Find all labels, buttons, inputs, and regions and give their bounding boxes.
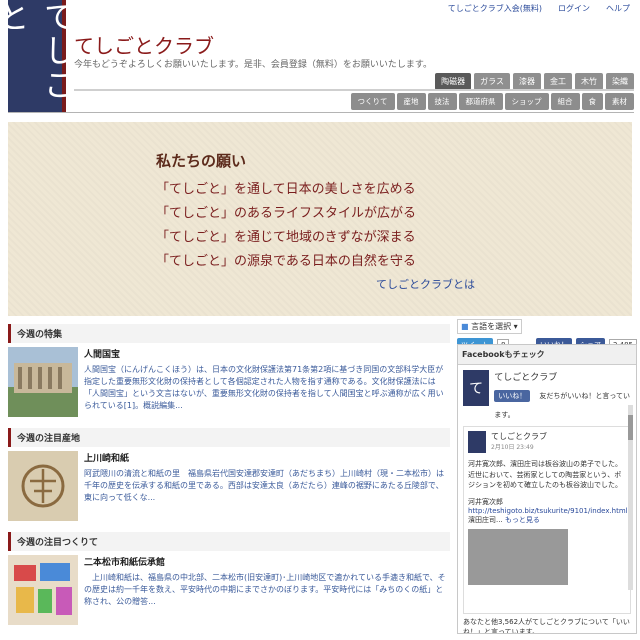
section-heading: 今週の注目つくりて <box>8 532 450 551</box>
list-item[interactable]: 人間国宝 人間国宝（にんげんこくほう）は、日本の文化財保護法第71条第2項に基づ… <box>8 347 450 417</box>
item-excerpt[interactable]: 人間国宝（にんげんこくほう）は、日本の文化財保護法第71条第2項に基づき同国の文… <box>84 364 450 412</box>
language-selector[interactable]: ■ 言語を選択 ▾ <box>457 319 522 334</box>
hero-line: 「てしごと」の源泉である日本の自然を守る <box>156 254 416 269</box>
nav-item-associations[interactable]: 組合 <box>550 93 580 110</box>
post-text: 河井寛次郎、濱田庄司は板谷波山の弟子でした。近世において、芸術家としての陶芸家と… <box>468 460 622 489</box>
facebook-page-card: て てしごとクラブ いいね！ 友だちがいいね！と言っています。 <box>458 365 636 426</box>
item-excerpt[interactable]: 上川崎和紙は、福島県の中北部、二本松市(旧安達町)･上川崎地区で漉かれている手漉… <box>84 572 450 608</box>
featured-section: 今週の特集 人間国宝 人間国宝（にんげんこくほう）は、日本の文化財保護法第71条… <box>8 324 450 417</box>
featured-region-section: 今週の注目産地 上川崎和紙 阿武隈川の清流と和紙の里 福島県岩代国安達郡安達町（… <box>8 428 450 521</box>
item-title[interactable]: 人間国宝 <box>84 347 450 360</box>
top-links: てしごとクラブ入会(無料) ログイン ヘルプ <box>448 3 630 14</box>
facebook-post: てしごとクラブ 2月10日 23:49 河井寛次郎、濱田庄司は板谷波山の弟子でし… <box>463 426 631 614</box>
likes-summary: あなたと他3,562人がてしごとクラブについて「いいね！」と言っています。 <box>463 618 630 634</box>
site-tagline: 今年もどうぞよろしくお願いいたします。是非、会員登録（無料）をお願いいたします。 <box>74 60 433 70</box>
category-tab-wood-bamboo[interactable]: 木竹 <box>575 73 603 90</box>
facebook-widget: Facebookもチェック て てしごとクラブ いいね！ 友だちがいいね！と言っ… <box>457 344 637 634</box>
washi-paper-thumbnail[interactable] <box>8 451 78 521</box>
category-tab-glass[interactable]: ガラス <box>474 73 510 90</box>
item-title[interactable]: 上川崎和紙 <box>84 451 450 464</box>
national-treasure-thumbnail[interactable] <box>8 347 78 417</box>
nav-item-makers[interactable]: つくりて <box>350 93 395 110</box>
category-tab-ceramics[interactable]: 陶磁器 <box>435 73 472 90</box>
facebook-widget-title: Facebookもチェック <box>458 345 636 365</box>
post-date[interactable]: 2月10日 23:49 <box>491 442 547 451</box>
post-photo[interactable] <box>468 529 568 585</box>
category-tab-metal[interactable]: 金工 <box>544 73 572 90</box>
nav-item-shops[interactable]: ショップ <box>504 93 549 110</box>
category-tab-lacquer[interactable]: 漆器 <box>513 73 541 90</box>
post-more-prefix: 濱田庄司... <box>468 516 503 524</box>
page-logo[interactable]: て <box>463 370 490 406</box>
hero-banner: 私たちの願い 「てしごと」を通して日本の美しさを広める 「てしごと」のあるライフ… <box>8 122 632 316</box>
featured-maker-section: 今週の注目つくりて 二本松市和紙伝承館 上川崎和紙は、福島県の中北部、二本松市(… <box>8 532 450 625</box>
hero-line: 「てしごと」のあるライフスタイルが広がる <box>156 206 417 221</box>
category-tab-textile[interactable]: 染織 <box>606 73 634 90</box>
nav-item-prefectures[interactable]: 都道府県 <box>458 93 503 110</box>
nav-item-materials[interactable]: 素材 <box>605 93 634 110</box>
hero-line: 「てしごと」を通して日本の美しさを広める <box>156 182 416 197</box>
login-link[interactable]: ログイン <box>558 3 590 14</box>
list-item[interactable]: 上川崎和紙 阿武隈川の清流と和紙の里 福島県岩代国安達郡安達町（あだちまち）上川… <box>8 451 450 521</box>
post-avatar[interactable] <box>468 431 486 453</box>
page-like-button[interactable]: いいね！ <box>494 390 531 402</box>
help-link[interactable]: ヘルプ <box>606 3 630 14</box>
nav-divider <box>8 112 634 113</box>
header-divider <box>74 89 634 91</box>
translate-icon: ■ <box>461 322 469 331</box>
item-excerpt[interactable]: 阿武隈川の清流と和紙の里 福島県岩代国安達郡安達町（あだちまち）上川崎村（現・二… <box>84 468 450 504</box>
site-title[interactable]: てしごとクラブ <box>74 30 214 59</box>
about-link[interactable]: てしごとクラブとは <box>376 276 475 292</box>
join-link[interactable]: てしごとクラブ入会(無料) <box>448 3 542 14</box>
post-author[interactable]: てしごとクラブ <box>491 431 547 442</box>
list-item[interactable]: 二本松市和紙伝承館 上川崎和紙は、福島県の中北部、二本松市(旧安達町)･上川崎地… <box>8 555 450 625</box>
category-tabs: 陶磁器 ガラス 漆器 金工 木竹 染織 <box>435 73 634 90</box>
section-heading: 今週の注目産地 <box>8 428 450 447</box>
washi-museum-thumbnail[interactable] <box>8 555 78 625</box>
hero-title: 私たちの願い <box>156 152 247 170</box>
post-link[interactable]: http://teshigoto.biz/tsukurite/9101/inde… <box>468 507 628 515</box>
page-name[interactable]: てしごとクラブ <box>494 370 631 383</box>
nav-item-food[interactable]: 食 <box>581 93 603 110</box>
nav-item-techniques[interactable]: 技法 <box>427 93 457 110</box>
item-title[interactable]: 二本松市和紙伝承館 <box>84 555 450 568</box>
hero-line: 「てしごと」を通じて地域のきずなが深まる <box>156 230 416 245</box>
section-heading: 今週の特集 <box>8 324 450 343</box>
site-logo[interactable]: てしごと <box>0 0 77 112</box>
post-credit: 河井寛次郎 <box>468 497 503 506</box>
scrollbar-thumb[interactable] <box>628 415 633 440</box>
main-nav: つくりて 産地 技法 都道府県 ショップ 組合 食 素材 <box>350 93 634 110</box>
nav-item-regions[interactable]: 産地 <box>396 93 426 110</box>
see-more-link[interactable]: もっと見る <box>505 516 540 524</box>
